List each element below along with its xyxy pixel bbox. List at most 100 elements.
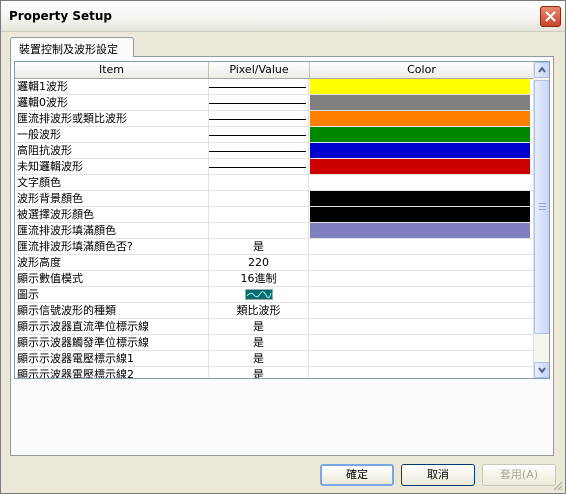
table-row[interactable]: 邏輯0波形 <box>15 95 533 111</box>
table-row[interactable]: 波形背景顏色 <box>15 191 533 207</box>
row-color-swatch[interactable] <box>310 143 530 158</box>
row-color-swatch[interactable] <box>310 335 530 350</box>
scroll-up-button[interactable] <box>534 62 549 78</box>
value-text: 是 <box>253 240 264 253</box>
row-color-swatch[interactable] <box>310 95 530 110</box>
row-item-label: 匯流排波形填滿顏色否? <box>15 239 209 254</box>
apply-button[interactable]: 套用(A) <box>482 464 556 486</box>
row-item-label: 波形高度 <box>15 255 209 270</box>
close-button[interactable] <box>540 6 561 27</box>
row-color-swatch[interactable] <box>310 271 530 286</box>
cancel-button[interactable]: 取消 <box>401 464 475 486</box>
row-color-swatch[interactable] <box>310 255 530 270</box>
table-row[interactable]: 顯示示波器觸發準位標示線 是 <box>15 335 533 351</box>
row-color-swatch[interactable] <box>310 287 530 302</box>
row-pixel-value[interactable]: 是 <box>209 239 309 254</box>
row-color-swatch[interactable] <box>310 191 530 206</box>
value-text: 220 <box>248 256 269 269</box>
row-color-swatch[interactable] <box>310 351 530 366</box>
value-text: 類比波形 <box>236 304 281 317</box>
table-row[interactable]: 匯流排波形填滿顏色否? 是 <box>15 239 533 255</box>
table-row[interactable]: 邏輯1波形 <box>15 79 533 95</box>
row-pixel-value[interactable] <box>209 207 309 222</box>
table-row[interactable]: 被選擇波形顏色 <box>15 207 533 223</box>
value-text: 是 <box>253 336 264 349</box>
table-row[interactable]: 顯示示波器電壓標示線2 是 <box>15 367 533 379</box>
row-pixel-value[interactable]: 是 <box>209 351 309 366</box>
row-item-label: 未知邏輯波形 <box>15 159 209 174</box>
close-icon <box>545 11 556 22</box>
row-pixel-value[interactable] <box>209 79 309 94</box>
row-pixel-value[interactable]: 是 <box>209 367 309 379</box>
row-pixel-value[interactable] <box>209 111 309 126</box>
table-row[interactable]: 一般波形 <box>15 127 533 143</box>
row-pixel-value[interactable] <box>209 191 309 206</box>
row-pixel-value[interactable]: 類比波形 <box>209 303 309 318</box>
scroll-down-button[interactable] <box>534 362 549 378</box>
grip-line <box>539 209 546 210</box>
table-row[interactable]: 匯流排波形或類比波形 <box>15 111 533 127</box>
row-pixel-value[interactable] <box>209 287 309 302</box>
row-pixel-value[interactable] <box>209 159 309 174</box>
resize-grip-icon[interactable] <box>551 479 563 491</box>
row-pixel-value[interactable] <box>209 127 309 142</box>
grid-header: Item Pixel/Value Color <box>15 62 533 79</box>
line-sample <box>209 135 306 136</box>
scroll-thumb[interactable] <box>534 80 549 334</box>
row-color-swatch[interactable] <box>310 79 530 94</box>
row-pixel-value[interactable] <box>209 143 309 158</box>
table-row[interactable]: 波形高度 220 <box>15 255 533 271</box>
column-header-value[interactable]: Pixel/Value <box>209 62 310 78</box>
grip-line <box>539 203 546 204</box>
waveform-icon <box>244 289 273 300</box>
value-text: 是 <box>253 320 264 333</box>
row-color-swatch[interactable] <box>310 175 530 190</box>
property-setup-window: Property Setup 裝置控制及波形設定 Item Pixel/Valu… <box>0 0 566 494</box>
table-row[interactable]: 文字顏色 <box>15 175 533 191</box>
value-text: 是 <box>253 352 264 365</box>
row-color-swatch[interactable] <box>310 367 530 378</box>
value-text: 16進制 <box>240 272 277 285</box>
row-pixel-value[interactable] <box>209 95 309 110</box>
row-color-swatch[interactable] <box>310 127 530 142</box>
table-row[interactable]: 顯示示波器直流準位標示線 是 <box>15 319 533 335</box>
column-header-color[interactable]: Color <box>310 62 533 78</box>
row-color-swatch[interactable] <box>310 111 530 126</box>
row-color-swatch[interactable] <box>310 207 530 222</box>
row-color-swatch[interactable] <box>310 303 530 318</box>
line-sample <box>209 87 306 88</box>
table-row[interactable]: 顯示數值模式 16進制 <box>15 271 533 287</box>
column-header-item[interactable]: Item <box>15 62 209 78</box>
table-row[interactable]: 顯示信號波形的種類 類比波形 <box>15 303 533 319</box>
table-row[interactable]: 匯流排波形填滿顏色 <box>15 223 533 239</box>
row-color-swatch[interactable] <box>310 159 530 174</box>
row-pixel-value[interactable]: 16進制 <box>209 271 309 286</box>
row-pixel-value[interactable] <box>209 223 309 238</box>
table-row[interactable]: 未知邏輯波形 <box>15 159 533 175</box>
line-sample <box>209 167 306 168</box>
vertical-scrollbar[interactable] <box>533 62 549 378</box>
row-pixel-value[interactable]: 是 <box>209 319 309 334</box>
line-sample <box>209 103 306 104</box>
chevron-up-icon <box>538 66 546 73</box>
row-item-label: 圖示 <box>15 287 209 302</box>
value-text: 是 <box>253 368 264 379</box>
row-pixel-value[interactable]: 220 <box>209 255 309 270</box>
ok-button[interactable]: 確定 <box>320 464 394 486</box>
row-color-swatch[interactable] <box>310 239 530 254</box>
grip-line <box>539 206 546 207</box>
tab-device-settings[interactable]: 裝置控制及波形設定 <box>10 37 134 57</box>
row-item-label: 匯流排波形或類比波形 <box>15 111 209 126</box>
row-color-swatch[interactable] <box>310 319 530 334</box>
row-item-label: 匯流排波形填滿顏色 <box>15 223 209 238</box>
tab-label: 裝置控制及波形設定 <box>19 43 118 56</box>
row-color-swatch[interactable] <box>310 223 530 238</box>
table-row[interactable]: 高阻抗波形 <box>15 143 533 159</box>
title-bar[interactable]: Property Setup <box>1 1 565 32</box>
row-pixel-value[interactable]: 是 <box>209 335 309 350</box>
grid-rows: 邏輯1波形 邏輯0波形 匯流排波形或類比波形 一般波形 高阻抗波形 未知邏輯波形 文字顏色波… <box>15 79 533 379</box>
table-row[interactable]: 顯示示波器電壓標示線1 是 <box>15 351 533 367</box>
table-row[interactable]: 圖示 <box>15 287 533 303</box>
row-pixel-value[interactable] <box>209 175 309 190</box>
line-sample <box>209 119 306 120</box>
